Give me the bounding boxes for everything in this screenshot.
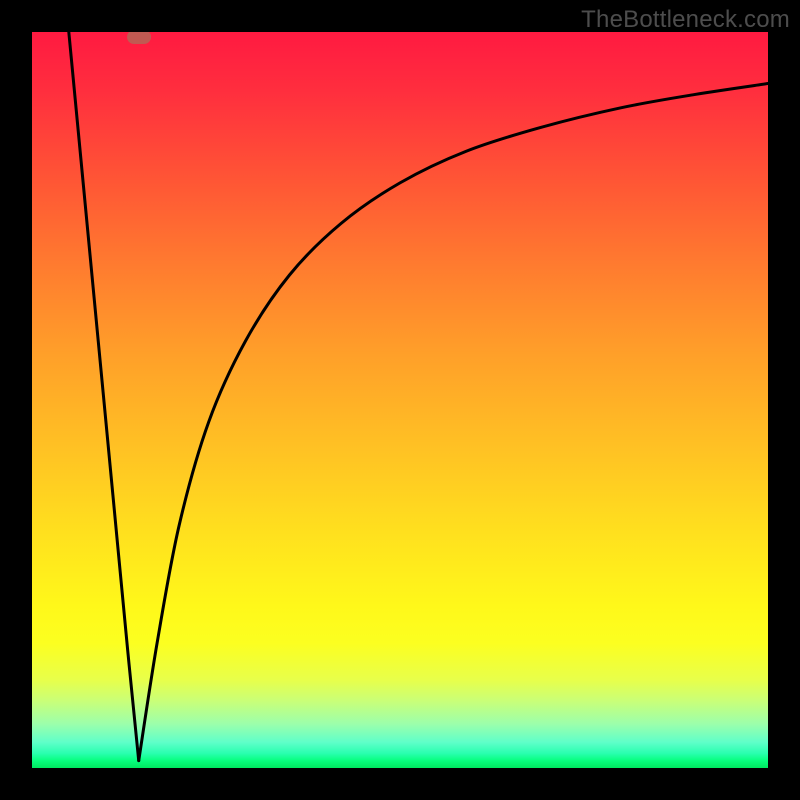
chart-frame: TheBottleneck.com [0,0,800,800]
plot-area [32,32,768,768]
watermark-text: TheBottleneck.com [581,6,790,34]
curve-right-curve [139,84,768,761]
curve-layer [32,32,768,768]
minimum-marker [127,32,151,44]
curve-group [69,32,768,761]
curve-left-branch [69,32,139,761]
